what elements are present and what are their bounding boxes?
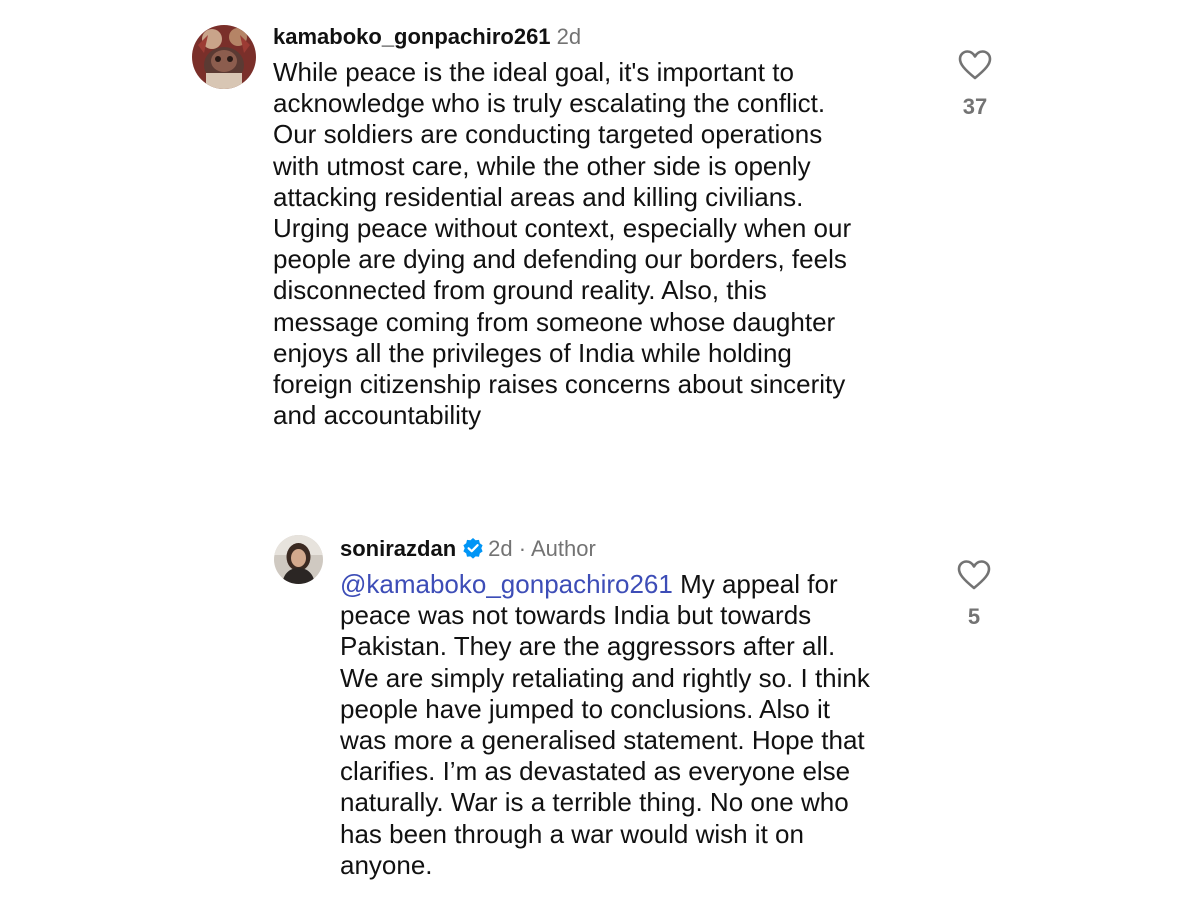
heart-outline-icon[interactable] (945, 50, 1005, 80)
comment-line: While peace is the ideal goal, it's impo… (273, 57, 794, 87)
username[interactable]: sonirazdan (340, 536, 456, 561)
comment-line: peace was not towards India but towards (340, 600, 812, 631)
comment-line: was more a generalised statement. Hope t… (340, 725, 865, 756)
avatar[interactable] (274, 535, 323, 584)
comment-meta: sonirazdan 2d · Author (340, 534, 940, 564)
comment-line: people have jumped to conclusions. Also … (340, 693, 830, 724)
comment-line: has been through a war would wish it on (340, 818, 804, 849)
like-count: 37 (962, 94, 988, 119)
comment-line: anyone. (340, 849, 433, 880)
comment-line: naturally. War is a terrible thing. No o… (340, 787, 849, 818)
comment-text: While peace is the ideal goal, it's impo… (273, 57, 933, 431)
comment-line: We are simply retaliating and rightly so… (340, 662, 870, 693)
comment-line: @kamaboko_gonpachiro261 My appeal for (340, 569, 940, 600)
comment-text: @kamaboko_gonpachiro261 My appeal for pe… (340, 569, 940, 881)
comment-line: message coming from someone whose daught… (273, 306, 836, 337)
timestamp[interactable]: 2d (557, 24, 581, 49)
comment-line: and accountability (273, 400, 482, 431)
comment-line: foreign citizenship raises concerns abou… (273, 369, 846, 400)
like-control: 37 (945, 50, 1005, 120)
avatar[interactable] (192, 25, 256, 89)
username[interactable]: kamaboko_gonpachiro261 (273, 24, 551, 49)
comment-line: Our soldiers are conducting targeted ope… (273, 119, 823, 150)
comment-line: attacking residential areas and killing … (273, 181, 804, 212)
comment-line: enjoys all the privileges of India while… (273, 337, 792, 368)
verified-badge-icon (462, 537, 484, 559)
comment-line: people are dying and defending our borde… (273, 244, 847, 275)
comment-meta: kamaboko_gonpachiro261 2d (273, 22, 933, 52)
author-label: Author (530, 536, 596, 561)
like-count: 5 (967, 604, 981, 629)
comment-line-rest: My appeal for (672, 569, 838, 599)
comment-body: kamaboko_gonpachiro261 2d While peace is… (273, 22, 933, 431)
timestamp[interactable]: 2d (488, 536, 512, 561)
comment-line: acknowledge who is truly escalating the … (273, 88, 826, 119)
comment-line: Urging peace without context, especially… (273, 213, 852, 244)
comment-line: disconnected from ground reality. Also, … (273, 275, 767, 306)
heart-outline-icon[interactable] (944, 560, 1004, 590)
like-control: 5 (944, 560, 1004, 630)
comment-line: with utmost care, while the other side i… (273, 150, 811, 181)
comment-line: clarifies. I’m as devastated as everyone… (340, 756, 851, 787)
mention-link[interactable]: @kamaboko_gonpachiro261 (340, 569, 673, 599)
comment-body: sonirazdan 2d · Author @kamaboko_gonpach… (340, 534, 940, 881)
separator: · (518, 536, 527, 561)
comment-line: Pakistan. They are the aggressors after … (340, 631, 836, 662)
